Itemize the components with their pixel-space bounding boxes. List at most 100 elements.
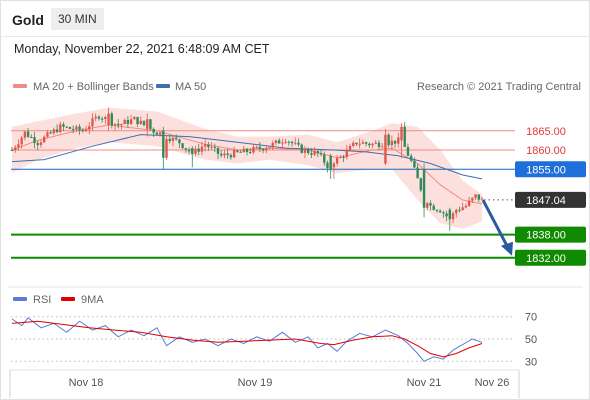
candle-body (358, 143, 361, 145)
candle-body (480, 198, 484, 200)
x-tick-label: Nov 18 (69, 377, 104, 389)
candle-body (42, 136, 46, 143)
time-axis: Nov 18 Nov 19 Nov 21 Nov 26 (69, 377, 510, 389)
candle-body (442, 212, 445, 214)
candle-body (68, 126, 72, 129)
candle-body (245, 148, 249, 152)
candle-body (146, 119, 149, 129)
candle (162, 126, 165, 170)
candle-body (448, 209, 452, 220)
candle-body (194, 148, 197, 154)
candle-body (438, 210, 442, 213)
candle-body (387, 134, 390, 146)
candle-body (226, 153, 229, 156)
candle-body (187, 149, 191, 152)
candle-body (10, 150, 14, 152)
candle-body (152, 128, 155, 133)
candle-body (300, 144, 303, 153)
candle-body (455, 209, 458, 214)
candle-body (26, 131, 30, 137)
candle-body (339, 156, 342, 158)
candle-body (393, 140, 397, 144)
candle-body (368, 143, 371, 146)
candle-body (30, 136, 33, 138)
candle-body (258, 146, 262, 149)
candle-body (203, 144, 207, 147)
candle-body (390, 140, 394, 146)
candle-body (281, 142, 284, 144)
level-label-1865.00: 1865.00 (526, 126, 566, 138)
bollinger-band-layer (12, 107, 482, 229)
candle-body (426, 203, 429, 208)
candle-body (91, 118, 94, 127)
candle-body (236, 150, 239, 152)
candle-body (75, 126, 78, 130)
candle-body (197, 148, 200, 152)
candle-body (33, 137, 36, 144)
candle-body (403, 126, 406, 147)
forecast-arrow-head (501, 241, 513, 256)
candle-body (445, 213, 448, 217)
candle-body (348, 145, 352, 150)
candle-body (17, 144, 20, 148)
candle-body (62, 124, 65, 127)
rsi-tick-label-30: 30 (525, 356, 537, 368)
ma50-legend-label: MA 50 (175, 81, 206, 93)
candle-body (117, 123, 120, 126)
candle-body (429, 203, 432, 206)
candle-body (113, 123, 117, 126)
candle-body (413, 160, 416, 168)
ma20-legend-label: MA 20 + Bollinger Bands (33, 81, 154, 93)
candle-body (451, 213, 455, 220)
candle-body (229, 155, 233, 158)
candle-body (422, 169, 426, 208)
candle-body (268, 147, 271, 149)
candle-body (239, 151, 242, 153)
candle-body (384, 134, 387, 164)
candle-body (306, 149, 310, 154)
candle-body (352, 142, 355, 146)
candle-body (220, 153, 223, 156)
candle-body (200, 146, 204, 152)
candle-body (274, 140, 278, 143)
candle-body (377, 142, 381, 147)
forecast-arrow-layer (481, 199, 513, 256)
candle-body (14, 147, 17, 151)
candle-body (345, 149, 348, 158)
candle-body (371, 143, 374, 146)
bollinger-band (12, 107, 482, 229)
rsi-legend: RSI 9MA (13, 294, 104, 306)
candle-body (191, 148, 194, 154)
candle-body (400, 126, 403, 141)
candle (165, 136, 168, 160)
candle-body (297, 142, 300, 145)
candle-body (303, 149, 307, 153)
candle-body (59, 124, 62, 133)
candle-body (326, 162, 329, 169)
candle-body (165, 138, 168, 158)
research-credit: Research © 2021 Trading Central (417, 81, 581, 93)
candle-body (364, 142, 368, 144)
gold-price-chart: MA 20 + Bollinger Bands MA 50 Research ©… (8, 81, 586, 398)
candle-body (342, 156, 345, 158)
candle-body (419, 178, 423, 191)
candle-body (216, 147, 220, 154)
candle-body (255, 146, 258, 148)
candle-body (271, 142, 274, 148)
candle (329, 153, 332, 179)
candle-body (120, 124, 123, 126)
candle-body (100, 118, 104, 120)
ma20-legend-swatch (13, 84, 27, 88)
candle-body (171, 137, 175, 142)
candle-body (329, 155, 332, 170)
candle-body (155, 132, 159, 135)
candle-body (174, 137, 178, 140)
candle (300, 143, 303, 154)
x-tick-label: Nov 21 (407, 377, 442, 389)
candle-body (149, 119, 152, 129)
candle-body (316, 151, 320, 154)
candle-body (39, 142, 43, 145)
candle-body (335, 157, 339, 164)
candle-body (71, 128, 75, 130)
candle-body (142, 120, 146, 126)
